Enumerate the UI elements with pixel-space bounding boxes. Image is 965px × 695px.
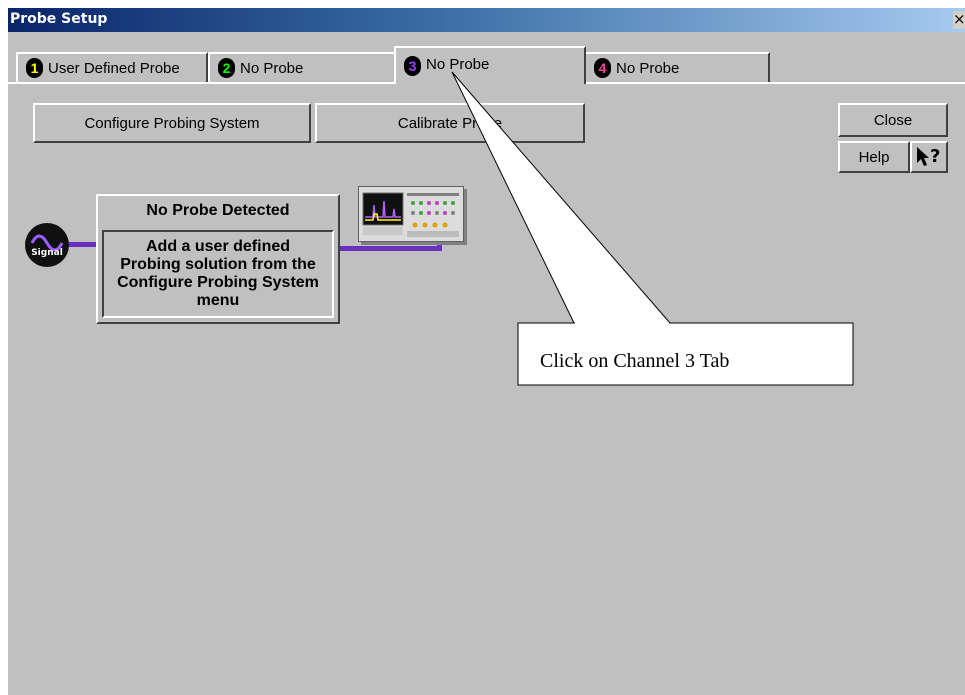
whats-this-help-button[interactable]: ? [910,141,948,173]
dialog-body: 1 User Defined Probe 2 No Probe 3 No Pro… [8,32,965,695]
probe-setup-window: Probe Setup × 1 User Defined Probe 2 No … [0,0,965,695]
channel-4-badge-icon: 4 [594,58,611,78]
help-button[interactable]: Help [838,141,910,173]
channel-3-badge-icon: 3 [404,56,421,76]
question-mark-glyph: ? [930,146,940,167]
probe-status-title: No Probe Detected [146,202,290,219]
tab-channel-1-label: User Defined Probe [48,59,180,77]
oscilloscope-graphic [362,192,459,237]
pointer-question-icon: ? [917,146,940,167]
configure-probing-system-button[interactable]: Configure Probing System [33,103,311,143]
window-title: Probe Setup [10,11,108,27]
close-icon[interactable]: × [953,11,965,29]
title-bar[interactable]: Probe Setup × [8,8,965,32]
close-button[interactable]: Close [838,103,948,137]
signal-source-icon: Signal [25,223,69,267]
callout-text: Click on Channel 3 Tab [540,350,730,372]
signal-wire [69,242,96,247]
tab-channel-1[interactable]: 1 User Defined Probe [16,52,208,82]
tab-channel-4-label: No Probe [616,59,680,77]
signal-label: Signal [31,248,63,258]
tab-channel-3-label: No Probe [426,56,490,73]
sine-wave-icon [30,234,64,252]
tab-channel-3[interactable]: 3 No Probe [394,46,586,84]
tab-channel-2-label: No Probe [240,59,304,77]
tab-panel-edge-right [586,82,965,84]
oscilloscope-icon [358,186,464,242]
tab-channel-4[interactable]: 4 No Probe [584,52,770,82]
tab-channel-2[interactable]: 2 No Probe [208,52,398,82]
channel-2-badge-icon: 2 [218,58,235,78]
probe-status-message: Add a user defined Probing solution from… [102,230,334,318]
probe-wire-horizontal [340,246,442,251]
probe-status-box: No Probe Detected Add a user defined Pro… [96,194,340,324]
tab-panel-edge-left [8,82,394,84]
calibrate-probe-button[interactable]: Calibrate Probe [315,103,585,143]
channel-1-badge-icon: 1 [26,58,43,78]
